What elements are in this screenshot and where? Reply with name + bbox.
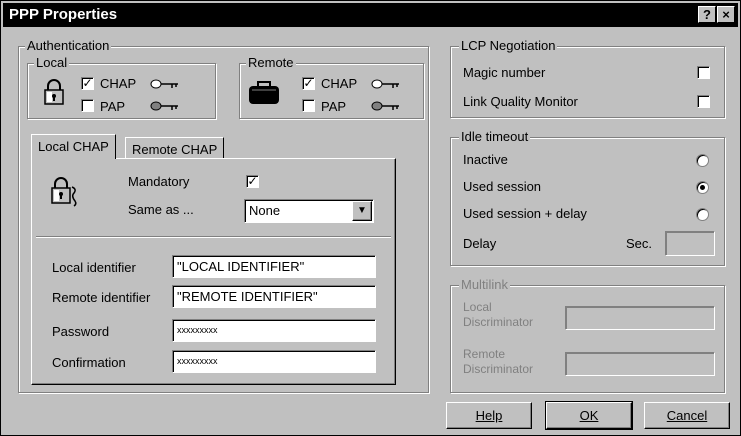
local-identifier-label: Local identifier (52, 260, 136, 275)
used-session-label: Used session (463, 179, 542, 194)
password-input[interactable]: xxxxxxxxx (172, 319, 376, 342)
local-chap-panel: Mandatory ✓ Same as ... None ▼ Local ide… (31, 158, 396, 385)
same-as-value: None (249, 203, 281, 218)
remote-discriminator-label-1: Remote (463, 347, 506, 361)
ok-button[interactable]: OK (545, 401, 633, 430)
idle-timeout-label: Idle timeout (459, 129, 531, 144)
help-button[interactable]: Help (446, 402, 532, 429)
confirmation-input[interactable]: xxxxxxxxx (172, 350, 376, 373)
mandatory-checkbox[interactable]: ✓ (246, 175, 259, 188)
used-session-delay-radio[interactable] (696, 208, 709, 221)
briefcase-icon (249, 81, 279, 104)
magic-number-checkbox[interactable] (697, 66, 710, 79)
remote-discriminator-label-2: Discriminator (463, 362, 534, 376)
local-discriminator-label-2: Discriminator (463, 315, 534, 329)
inactive-label: Inactive (463, 152, 508, 167)
key-icon (150, 79, 178, 89)
help-title-button[interactable]: ? (698, 6, 716, 23)
remote-chap-label: CHAP (321, 76, 358, 91)
delay-unit-label: Sec. (626, 236, 653, 251)
cancel-button-label: Cancel (666, 408, 708, 423)
remote-discriminator-input[interactable] (565, 352, 715, 376)
delay-label: Delay (463, 236, 497, 251)
inactive-radio[interactable] (696, 154, 709, 167)
lock-with-key-icon (51, 177, 77, 207)
remote-pap-label: PAP (321, 99, 347, 114)
remote-chap-checkbox[interactable]: ✓ (302, 77, 315, 90)
delay-input[interactable] (665, 231, 715, 256)
mandatory-label: Mandatory (128, 174, 190, 189)
idle-timeout-group: Idle timeout Inactive Used session Used … (450, 129, 725, 266)
password-label: Password (52, 324, 110, 339)
tab-remote-chap[interactable]: Remote CHAP (125, 137, 225, 159)
ok-button-label: OK (579, 408, 599, 423)
cancel-button[interactable]: Cancel (644, 402, 730, 429)
multilink-group: Multilink Local Discriminator Remote Dis… (450, 277, 725, 393)
same-as-label: Same as ... (128, 202, 194, 217)
key-icon (371, 79, 399, 89)
remote-group: Remote ✓ CHAP PAP (239, 55, 424, 119)
lcp-label: LCP Negotiation (459, 38, 558, 53)
local-discriminator-input[interactable] (565, 306, 715, 330)
key-icon (150, 101, 178, 111)
padlock-icon (44, 79, 64, 105)
divider (36, 236, 391, 238)
confirmation-label: Confirmation (52, 355, 126, 370)
authentication-label: Authentication (25, 38, 112, 53)
remote-identifier-label: Remote identifier (52, 290, 151, 305)
local-chap-label: CHAP (100, 76, 137, 91)
remote-label: Remote (246, 55, 296, 70)
local-pap-checkbox[interactable] (81, 99, 94, 112)
magic-number-label: Magic number (463, 65, 546, 80)
close-button[interactable]: × (717, 6, 735, 23)
remote-identifier-input[interactable]: "REMOTE IDENTIFIER" (172, 285, 376, 308)
used-session-radio[interactable] (696, 181, 709, 194)
dropdown-arrow-icon[interactable]: ▼ (352, 201, 372, 221)
lcp-negotiation-group: LCP Negotiation Magic number Link Qualit… (450, 38, 725, 118)
title-bar: PPP Properties ? × (3, 3, 738, 27)
local-pap-label: PAP (100, 99, 126, 114)
local-identifier-input[interactable]: "LOCAL IDENTIFIER" (172, 255, 376, 278)
remote-pap-checkbox[interactable] (302, 99, 315, 112)
local-group: Local ✓ CHAP PAP (27, 55, 216, 119)
multilink-label: Multilink (459, 277, 510, 292)
local-label: Local (34, 55, 70, 70)
link-quality-label: Link Quality Monitor (463, 94, 578, 109)
local-chap-checkbox[interactable]: ✓ (81, 77, 94, 90)
tab-local-chap[interactable]: Local CHAP (31, 134, 116, 159)
help-button-label: Help (475, 408, 503, 423)
local-discriminator-label-1: Local (463, 300, 492, 314)
link-quality-checkbox[interactable] (697, 95, 710, 108)
key-icon (371, 101, 399, 111)
window-title: PPP Properties (9, 6, 118, 23)
used-session-delay-label: Used session + delay (463, 206, 587, 221)
ppp-properties-dialog: PPP Properties ? × Authentication Local … (0, 0, 741, 436)
authentication-group: Authentication Local ✓ CHAP PAP Remote ✓… (18, 38, 429, 393)
